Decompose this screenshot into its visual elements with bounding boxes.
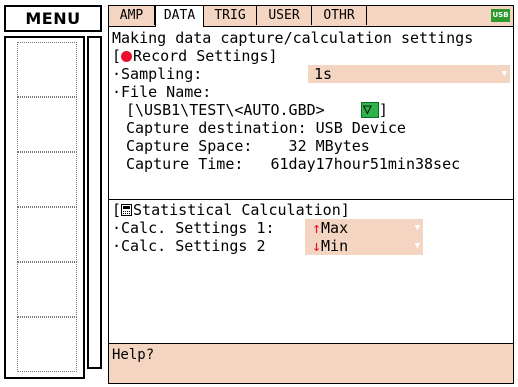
usb-status-icon: USB — [491, 9, 510, 22]
chevron-down-icon: ▼ — [501, 69, 507, 79]
section-divider — [109, 199, 513, 200]
calc1-label: ·Calc. Settings 1: — [112, 219, 275, 237]
menu-slot-5[interactable] — [17, 262, 77, 317]
folder-browse-button[interactable]: ▽ — [360, 100, 379, 118]
capture-time: Capture Time: 61day17hour51min38sec — [126, 155, 461, 173]
menu-slots — [17, 42, 77, 375]
file-path-row: [\USB1\TEST\<AUTO.GBD> ▽] — [126, 100, 388, 119]
chevron-down-icon: ▼ — [414, 223, 420, 233]
calc2-label: ·Calc. Settings 2 — [112, 237, 266, 255]
calc1-select[interactable]: ↑Max ▼ — [305, 219, 423, 237]
record-bracket: [ — [112, 47, 122, 65]
sampling-select[interactable]: 1s ▼ — [308, 65, 510, 83]
menu-slot-1[interactable] — [17, 42, 77, 97]
tab-amp[interactable]: AMP — [109, 6, 155, 25]
record-settings-header: [ Record Settings] — [112, 47, 278, 65]
help-text: Help? — [112, 347, 155, 363]
calc2-value: ↓Min — [312, 237, 348, 255]
capture-space: Capture Space: 32 MBytes — [126, 137, 370, 155]
file-path-close: ] — [378, 101, 388, 119]
calc2-select[interactable]: ↓Min ▼ — [305, 237, 423, 255]
calc1-value: ↑Max — [312, 219, 348, 237]
calculator-icon — [121, 204, 133, 216]
stats-header: [ Statistical Calculation] — [112, 201, 350, 219]
menu-slot-4[interactable] — [17, 207, 77, 262]
arrow-down-icon: ↓ — [312, 237, 322, 255]
app-screen: MENU AMP DATA TRIG USER OTHR USB Making … — [0, 0, 518, 387]
stats-bracket: [ — [112, 201, 122, 219]
tab-bar: AMP DATA TRIG USER OTHR USB — [109, 6, 513, 27]
menu-slot-6[interactable] — [17, 317, 77, 372]
triangle-down-icon: ▽ — [362, 100, 372, 118]
menu-scroll-strip[interactable] — [87, 36, 102, 369]
chevron-down-icon: ▼ — [414, 241, 420, 251]
capture-destination: Capture destination: USB Device — [126, 119, 406, 137]
calc2-value-text: Min — [321, 237, 349, 255]
sampling-value: 1s — [314, 65, 333, 83]
menu-slot-3[interactable] — [17, 152, 77, 207]
menu-panel — [4, 36, 85, 379]
tab-data[interactable]: DATA — [155, 6, 204, 27]
tab-user[interactable]: USER — [257, 6, 312, 25]
calc1-value-text: Max — [321, 219, 349, 237]
file-name-label: ·File Name: — [112, 83, 212, 101]
page-heading: Making data capture/calculation settings — [112, 29, 474, 47]
help-area: Help? — [109, 343, 513, 383]
tab-trig[interactable]: TRIG — [204, 6, 257, 25]
record-dot-icon — [121, 51, 133, 62]
sampling-label: ·Sampling: — [112, 65, 203, 83]
tab-othr[interactable]: OTHR — [312, 6, 367, 25]
menu-slot-2[interactable] — [17, 97, 77, 152]
arrow-up-icon: ↑ — [312, 219, 322, 237]
settings-panel: AMP DATA TRIG USER OTHR USB Making data … — [108, 5, 514, 384]
stats-title: Statistical Calculation] — [133, 201, 350, 219]
file-path: [\USB1\TEST\<AUTO.GBD> — [126, 101, 325, 119]
menu-button[interactable]: MENU — [4, 5, 102, 32]
record-settings-title: Record Settings] — [133, 47, 278, 65]
